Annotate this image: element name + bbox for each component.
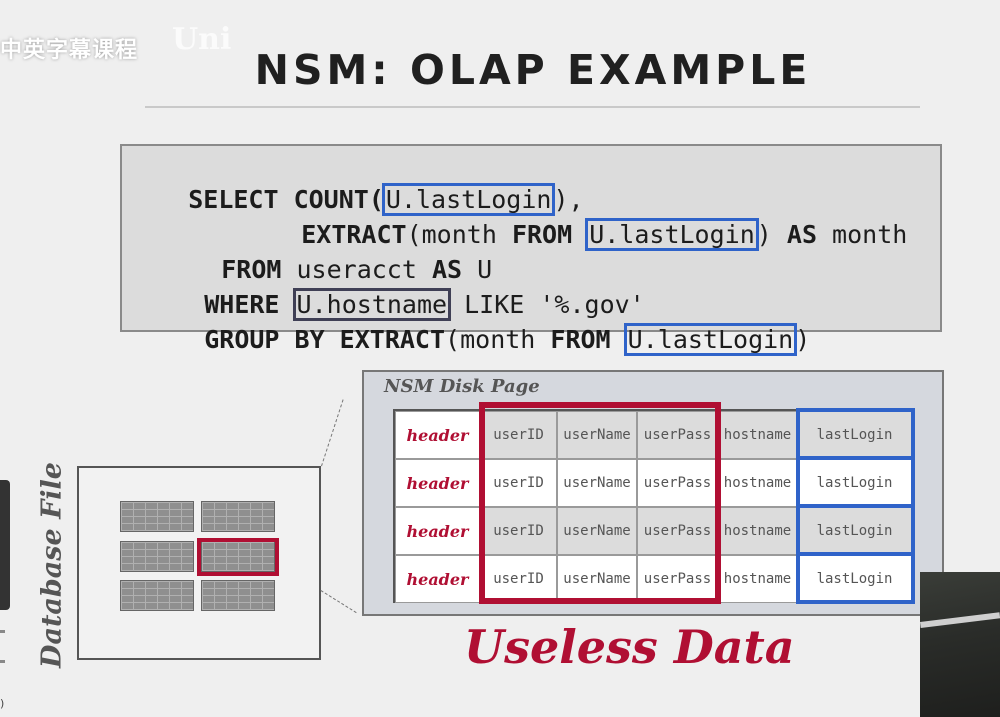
- useless-data-label: Useless Data: [464, 620, 795, 674]
- cell-username: userName: [557, 555, 637, 603]
- cell-userpass: userPass: [637, 459, 718, 507]
- corner-glyph: ): [0, 697, 5, 710]
- database-file-label: Database File: [36, 462, 68, 668]
- sql-text: ): [795, 325, 811, 354]
- sql-text: (month: [445, 325, 551, 354]
- mini-page: [120, 541, 194, 572]
- cell-userid: userID: [480, 507, 557, 555]
- cell-userid: userID: [480, 411, 557, 459]
- mini-page: [201, 501, 275, 532]
- disk-page-title: NSM Disk Page: [384, 376, 540, 397]
- cell-username: userName: [557, 411, 637, 459]
- sql-keyword: FROM: [511, 220, 588, 249]
- cell-userpass: userPass: [637, 507, 718, 555]
- cell-lastlogin: lastLogin: [797, 411, 912, 459]
- cell-header: header: [395, 555, 480, 603]
- selected-page-highlight: [197, 538, 279, 576]
- side-mark: [0, 660, 5, 663]
- cell-userid: userID: [480, 459, 557, 507]
- cell-username: userName: [557, 459, 637, 507]
- title-divider: [145, 106, 920, 108]
- side-tab: [0, 480, 10, 610]
- cell-hostname: hostname: [718, 555, 797, 603]
- slide-title: NSM: OLAP EXAMPLE: [254, 46, 812, 94]
- sql-keyword: GROUP BY EXTRACT: [204, 325, 446, 354]
- zoom-line-top: [321, 399, 344, 467]
- cell-userid: userID: [480, 555, 557, 603]
- lastlogin-highlight: U.lastLogin: [585, 218, 759, 251]
- cell-header: header: [395, 507, 480, 555]
- cell-lastlogin: lastLogin: [797, 555, 912, 603]
- sql-keyword: AS: [786, 220, 817, 249]
- cell-hostname: hostname: [718, 459, 797, 507]
- cell-hostname: hostname: [718, 507, 797, 555]
- side-mark: [0, 630, 5, 633]
- mini-page: [120, 501, 194, 532]
- cell-hostname: hostname: [718, 411, 797, 459]
- presenter-video: [920, 572, 1000, 717]
- cell-userpass: userPass: [637, 411, 718, 459]
- sql-text: ): [756, 220, 787, 249]
- zoom-line-bottom: [320, 590, 357, 614]
- lastlogin-highlight: U.lastLogin: [623, 323, 798, 356]
- sql-keyword: FROM: [550, 325, 626, 354]
- cell-lastlogin: lastLogin: [797, 507, 912, 555]
- cell-header: header: [395, 411, 480, 459]
- cell-lastlogin: lastLogin: [797, 459, 912, 507]
- cell-userpass: userPass: [637, 555, 718, 603]
- mini-page: [120, 580, 194, 611]
- cell-username: userName: [557, 507, 637, 555]
- cell-header: header: [395, 459, 480, 507]
- sql-query-box: SELECT COUNT(U.lastLogin), EXTRACT(month…: [120, 144, 942, 356]
- mini-page: [201, 580, 275, 611]
- sql-text: month: [817, 220, 908, 249]
